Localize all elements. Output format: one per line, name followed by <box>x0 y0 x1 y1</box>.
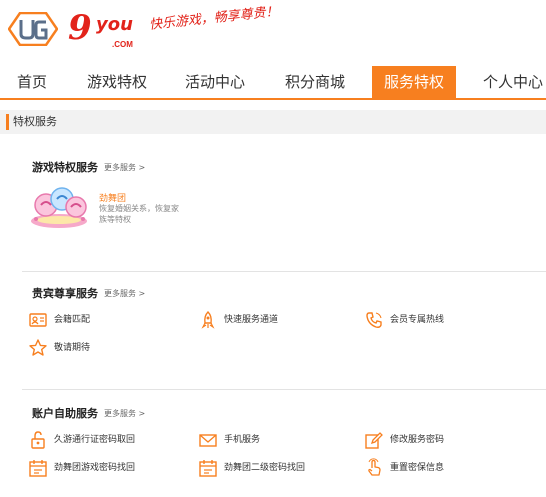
nav-item-personal-center[interactable]: 个人中心 <box>478 66 546 98</box>
nav-item-points-mall[interactable]: 积分商城 <box>280 66 350 98</box>
section-divider <box>22 271 546 272</box>
phone-icon <box>364 310 384 330</box>
lock-icon <box>28 430 48 450</box>
calendar-icon <box>28 458 48 478</box>
service-item-label: 修改服务密码 <box>390 435 445 445</box>
game-description: 恢复婚姻关系，恢复家族等特权 <box>99 204 179 224</box>
audition-game-thumbnail[interactable] <box>28 185 90 231</box>
main-nav: 首页 游戏特权 活动中心 积分商城 服务特权 个人中心 <box>0 66 546 98</box>
9you-logo-mark: 9 <box>68 8 92 48</box>
slogan: 快乐游戏，畅享尊贵！ <box>148 4 280 33</box>
more-services-link-vip[interactable]: 更多服务 > <box>104 288 145 299</box>
service-item-label: 快速服务通道 <box>224 315 279 325</box>
nav-item-home[interactable]: 首页 <box>6 66 58 98</box>
breadcrumb: 特权服务 <box>0 110 546 134</box>
star-icon <box>28 338 48 358</box>
section-divider <box>22 389 546 390</box>
9you-logo[interactable]: 9 you .COM <box>68 8 140 50</box>
9you-logo-word: you <box>96 14 133 35</box>
service-item-label: 敬请期待 <box>54 343 91 353</box>
service-item-label: 久游通行证密码取回 <box>54 435 136 445</box>
service-item-label: 会籍匹配 <box>54 315 91 325</box>
service-item-label: 手机服务 <box>224 435 261 445</box>
ug-logo[interactable] <box>8 12 58 46</box>
edit-icon <box>364 430 384 450</box>
nav-item-service-privileges[interactable]: 服务特权 <box>372 66 456 98</box>
service-item-label: 会员专属热线 <box>390 315 445 325</box>
service-item-label: 劲舞团二级密码找回 <box>224 463 306 473</box>
header: 9 you .COM 快乐游戏，畅享尊贵！ <box>0 0 546 62</box>
more-services-link-account[interactable]: 更多服务 > <box>104 408 145 419</box>
hand-pointer-icon <box>364 458 384 478</box>
section-title-vip: 贵宾尊享服务 <box>32 287 98 300</box>
9you-logo-domain: .COM <box>112 40 133 49</box>
calendar-icon <box>198 458 218 478</box>
more-services-link-game[interactable]: 更多服务 > <box>104 162 145 173</box>
section-title-game: 游戏特权服务 <box>32 161 98 174</box>
breadcrumb-label: 特权服务 <box>13 115 57 128</box>
nav-item-game-privileges[interactable]: 游戏特权 <box>82 66 152 98</box>
envelope-icon <box>198 430 218 450</box>
service-item-label: 劲舞团游戏密码找回 <box>54 463 136 473</box>
nav-underline <box>0 98 546 100</box>
nav-item-activity-center[interactable]: 活动中心 <box>180 66 250 98</box>
breadcrumb-marker <box>6 114 9 130</box>
service-item-label: 重置密保信息 <box>390 463 445 473</box>
member-card-icon <box>28 310 48 330</box>
section-title-account: 账户自助服务 <box>32 407 98 420</box>
rocket-icon <box>198 310 218 330</box>
